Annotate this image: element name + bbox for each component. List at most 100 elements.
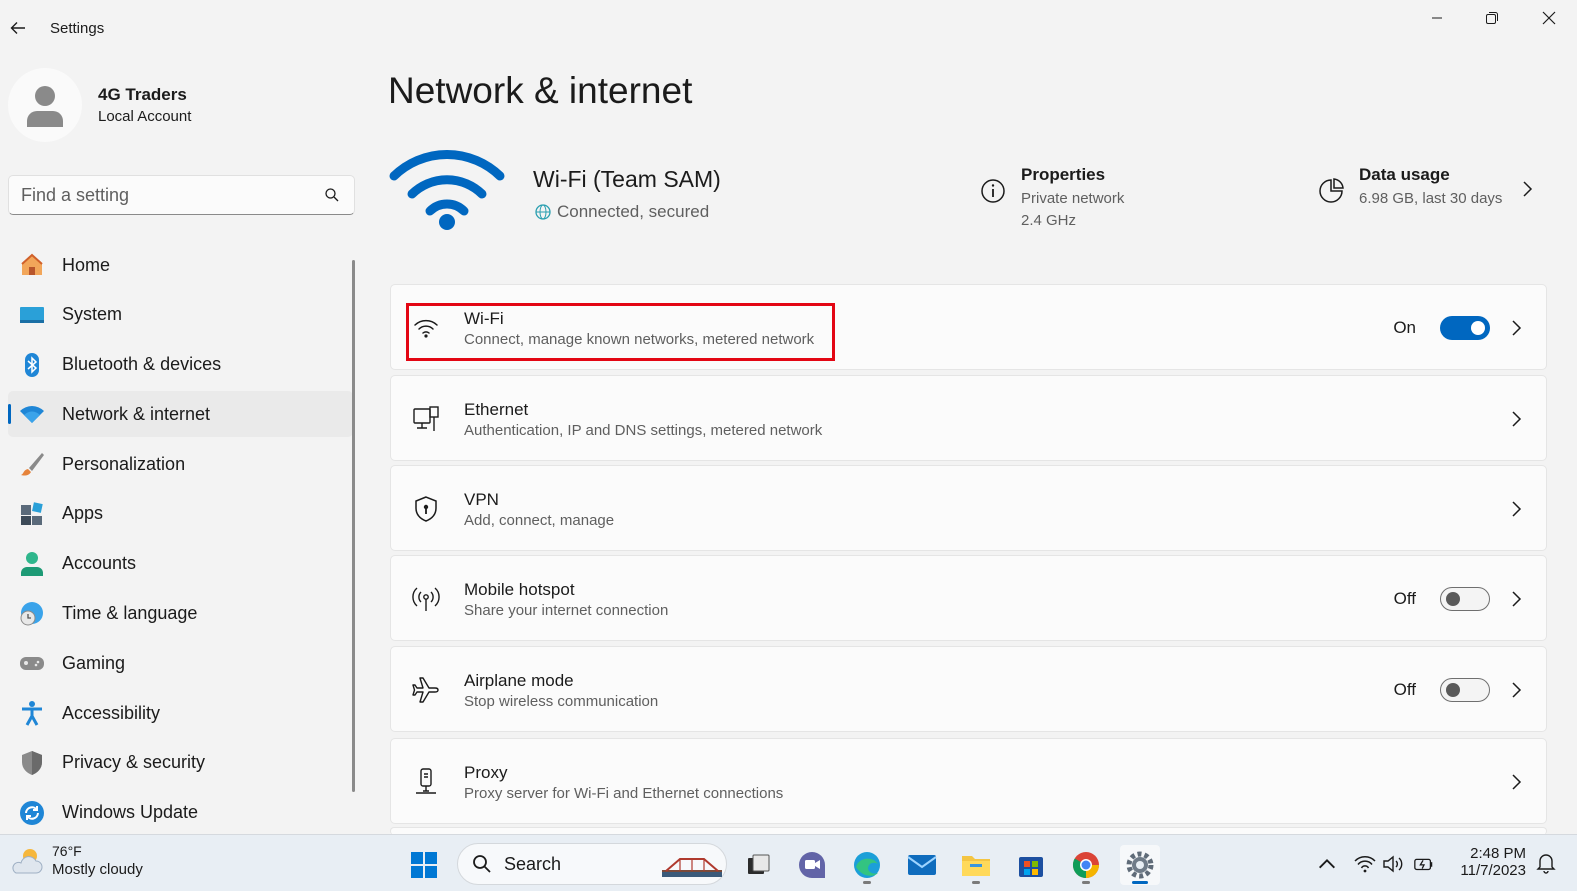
data-usage-amount: 6.98 GB, last 30 days	[1359, 190, 1503, 207]
account-type: Local Account	[98, 108, 192, 125]
sidebar-item-personalization[interactable]: Personalization	[8, 441, 353, 487]
taskbar-task-view[interactable]	[738, 845, 778, 885]
card-description: Stop wireless communication	[464, 693, 659, 710]
system-icon	[19, 302, 45, 328]
tray-wifi-icon[interactable]	[1354, 853, 1376, 875]
weather-widget[interactable]: 76°F Mostly cloudy	[10, 843, 143, 878]
restore-button[interactable]	[1472, 4, 1512, 32]
user-profile[interactable]: 4G Traders Local Account	[8, 68, 191, 142]
gamepad-icon	[19, 650, 45, 676]
sidebar-item-apps[interactable]: Apps	[8, 491, 353, 537]
search-input[interactable]	[9, 176, 299, 214]
vpn-card[interactable]: VPN Add, connect, manage	[390, 465, 1547, 551]
airplane-mode-toggle[interactable]	[1440, 678, 1490, 702]
sidebar-item-gaming[interactable]: Gaming	[8, 640, 353, 686]
avatar	[8, 68, 82, 142]
volume-icon[interactable]	[1382, 853, 1404, 875]
sidebar-item-accounts[interactable]: Accounts	[8, 541, 353, 587]
close-icon	[1542, 11, 1556, 25]
search-icon[interactable]	[324, 187, 340, 203]
card-title: Ethernet	[464, 400, 529, 419]
sidebar-item-bluetooth[interactable]: Bluetooth & devices	[8, 342, 353, 388]
annotation-highlight-box	[406, 303, 835, 361]
weather-temp: 76°F	[52, 843, 82, 859]
notification-bell-icon[interactable]	[1536, 852, 1556, 874]
sidebar-item-privacy[interactable]: Privacy & security	[8, 740, 353, 786]
sidebar-item-time-language[interactable]: Time & language	[8, 591, 353, 637]
ethernet-card[interactable]: Ethernet Authentication, IP and DNS sett…	[390, 375, 1547, 461]
chrome-icon	[1072, 852, 1099, 879]
search-icon	[473, 855, 491, 873]
card-title: Proxy	[464, 763, 508, 782]
wifi-large-icon	[388, 146, 506, 237]
chevron-right-icon[interactable]	[1510, 410, 1522, 428]
teams-chat-icon	[799, 852, 825, 878]
mail-icon	[907, 855, 937, 875]
card-description: Share your internet connection	[464, 602, 669, 619]
back-arrow-icon	[10, 22, 25, 34]
mobile-hotspot-card[interactable]: Mobile hotspot Share your internet conne…	[390, 555, 1547, 641]
card-title: Mobile hotspot	[464, 580, 575, 599]
wifi-toggle[interactable]	[1440, 316, 1490, 340]
clock-date: 11/7/2023	[1460, 862, 1526, 879]
ethernet-icon	[411, 404, 441, 434]
sidebar-item-system[interactable]: System	[8, 292, 353, 338]
sidebar-scrollbar[interactable]	[352, 260, 355, 792]
proxy-card[interactable]: Proxy Proxy server for Wi-Fi and Etherne…	[390, 738, 1547, 824]
mobile-hotspot-toggle[interactable]	[1440, 587, 1490, 611]
chevron-right-icon[interactable]	[1510, 773, 1522, 791]
taskbar-mail[interactable]	[902, 845, 942, 885]
connection-status-text: Connected, secured	[557, 202, 710, 221]
running-indicator	[863, 881, 871, 884]
info-icon	[981, 179, 1005, 203]
chevron-right-icon[interactable]	[1519, 180, 1535, 198]
airplane-mode-card[interactable]: Airplane mode Stop wireless communicatio…	[390, 646, 1547, 732]
restore-icon	[1486, 12, 1498, 24]
properties-title: Properties	[1021, 165, 1106, 184]
battery-charging-icon[interactable]	[1413, 853, 1435, 875]
sidebar-item-network[interactable]: Network & internet	[8, 391, 353, 438]
sidebar-item-home[interactable]: Home	[8, 242, 353, 288]
sidebar-item-label: Privacy & security	[62, 752, 206, 773]
taskbar-store[interactable]	[1011, 845, 1051, 885]
taskbar-search[interactable]: Search	[457, 843, 727, 885]
system-clock[interactable]: 2:48 PM 11/7/2023	[1454, 845, 1526, 879]
folder-icon	[962, 856, 990, 876]
taskbar-settings[interactable]	[1120, 845, 1160, 885]
sidebar-item-label: Gaming	[62, 652, 126, 673]
settings-search[interactable]	[8, 175, 355, 215]
sidebar-item-windows-update[interactable]: Windows Update	[8, 790, 353, 836]
taskbar-file-explorer[interactable]	[956, 845, 996, 885]
running-indicator	[1082, 881, 1090, 884]
toggle-state-label: Off	[1393, 589, 1416, 608]
brush-icon	[19, 451, 45, 477]
page-title: Network & internet	[388, 70, 693, 111]
chevron-right-icon[interactable]	[1510, 319, 1522, 337]
chevron-right-icon[interactable]	[1510, 590, 1522, 608]
vpn-shield-icon	[411, 494, 441, 524]
data-usage-link[interactable]: Data usage 6.98 GB, last 30 days	[1317, 165, 1502, 207]
globe-clock-icon	[19, 601, 45, 627]
running-indicator	[972, 881, 980, 884]
accessibility-icon	[19, 700, 45, 726]
chevron-right-icon[interactable]	[1510, 500, 1522, 518]
taskbar-edge[interactable]	[847, 845, 887, 885]
data-usage-icon	[1319, 178, 1344, 203]
close-button[interactable]	[1529, 4, 1569, 32]
back-button[interactable]	[4, 14, 32, 42]
taskbar-teams[interactable]	[792, 845, 832, 885]
start-button[interactable]	[404, 845, 444, 885]
sidebar-item-label: Accounts	[62, 553, 137, 574]
taskbar-chrome[interactable]	[1066, 845, 1106, 885]
shield-icon	[19, 750, 45, 776]
chevron-up-icon[interactable]	[1316, 853, 1338, 875]
card-title: VPN	[464, 490, 499, 509]
sidebar-item-accessibility[interactable]: Accessibility	[8, 690, 353, 736]
chevron-right-icon[interactable]	[1510, 681, 1522, 699]
properties-link[interactable]: Properties Private network 2.4 GHz	[979, 165, 1124, 229]
properties-network-type: Private network	[1021, 190, 1125, 207]
minimize-button[interactable]	[1417, 4, 1457, 32]
accounts-icon	[19, 551, 45, 577]
minimize-icon	[1432, 17, 1442, 19]
search-highlight-bridge-icon	[662, 858, 722, 877]
